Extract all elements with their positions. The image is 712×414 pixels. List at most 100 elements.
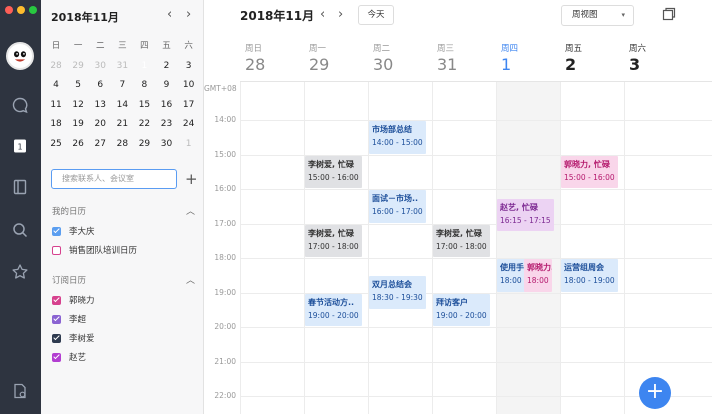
mini-day[interactable]: 10 (178, 76, 200, 96)
calendar-icon[interactable]: 1 (9, 135, 31, 157)
calendar-event[interactable]: 李树爱, 忙碌 17:00 - 18:00 (433, 224, 490, 257)
mini-day[interactable]: 15 (133, 96, 155, 116)
calendar-event[interactable]: 郭晓力.. 18:00 (524, 259, 552, 292)
mini-day-today[interactable]: 1 (133, 57, 155, 77)
day-header[interactable]: 周二 30 (368, 42, 432, 74)
mini-day[interactable]: 27 (89, 135, 111, 155)
calendar-item[interactable]: 李大庆 (52, 225, 95, 237)
view-select[interactable]: 周视图 ▾ (561, 5, 634, 26)
mini-day[interactable]: 16 (155, 96, 177, 116)
mini-day[interactable]: 23 (155, 115, 177, 135)
mini-next-month-button[interactable]: › (186, 7, 191, 22)
calendar-event[interactable]: 运营组周会 18:00 - 19:00 (561, 259, 618, 292)
mini-day-number: 11 (50, 99, 62, 110)
calendar-event[interactable]: 面试－市场.. 16:00 - 17:00 (369, 190, 426, 223)
calendar-event[interactable]: 使用手册.. 18:00 - 19:00 (497, 259, 527, 292)
mini-day[interactable]: 13 (89, 96, 111, 116)
mini-day-number: 8 (141, 80, 148, 90)
mini-day[interactable]: 19 (67, 115, 89, 135)
mini-day[interactable]: 31 (111, 57, 133, 77)
next-week-button[interactable]: › (338, 7, 343, 22)
mini-day[interactable]: 30 (89, 57, 111, 77)
mini-day[interactable]: 2 (155, 57, 177, 77)
mini-day[interactable]: 26 (67, 135, 89, 155)
mini-day[interactable]: 12 (67, 96, 89, 116)
mini-day[interactable]: 28 (45, 57, 67, 77)
my-calendars-collapse-icon[interactable]: ︿ (186, 204, 195, 217)
event-title: 面试－市场.. (372, 194, 419, 203)
checkbox-checked-icon[interactable] (52, 226, 61, 236)
mini-day[interactable]: 6 (89, 76, 111, 96)
today-button[interactable]: 今天 (358, 5, 394, 25)
calendar-item[interactable]: 李超 (52, 313, 86, 325)
day-header[interactable]: 周四 1 (496, 42, 560, 74)
calendar-event[interactable]: 双月总结会 18:30 - 19:30 (369, 276, 426, 309)
mini-day[interactable]: 8 (133, 76, 155, 96)
checkbox-unchecked-icon[interactable] (52, 245, 61, 255)
mini-day-number: 17 (182, 99, 195, 110)
subscribed-calendars-collapse-icon[interactable]: ︿ (186, 273, 195, 286)
calendar-event[interactable]: 李树爱, 忙碌 15:00 - 16:00 (305, 155, 362, 188)
mini-day[interactable]: 25 (45, 135, 67, 155)
add-event-button[interactable]: + (639, 377, 671, 409)
mini-day[interactable]: 22 (133, 115, 155, 135)
calendar-event[interactable]: 李树爱, 忙碌 17:00 - 18:00 (305, 224, 362, 257)
document-settings-icon[interactable] (9, 380, 31, 402)
mini-day[interactable]: 4 (45, 76, 67, 96)
add-calendar-button[interactable]: + (185, 169, 198, 189)
mini-day[interactable]: 21 (111, 115, 133, 135)
mini-day[interactable]: 30 (155, 135, 177, 155)
mini-day[interactable]: 9 (155, 76, 177, 96)
calendar-event[interactable]: 赵艺, 忙碌 16:15 - 17:15 (497, 198, 554, 232)
calendar-item[interactable]: 李树爱 (52, 332, 95, 344)
mini-day[interactable]: 18 (45, 115, 67, 135)
mini-day-number: 9 (163, 80, 170, 90)
zoom-window-button[interactable] (29, 6, 37, 14)
mini-day[interactable]: 17 (178, 96, 200, 116)
mini-day[interactable]: 7 (111, 76, 133, 96)
mini-day[interactable]: 3 (178, 57, 200, 77)
prev-week-button[interactable]: ‹ (320, 7, 325, 22)
mini-day[interactable]: 14 (111, 96, 133, 116)
day-header[interactable]: 周三 31 (432, 42, 496, 74)
calendar-event[interactable]: 市场部总结 14:00 - 15:00 (369, 121, 426, 154)
event-title: 赵艺, 忙碌 (500, 202, 538, 212)
star-icon[interactable] (9, 261, 31, 283)
calendar-item-label: 李大庆 (69, 227, 95, 237)
search-input[interactable]: 搜索联系人、会议室 (51, 169, 177, 189)
calendar-event[interactable]: 拜访客户 19:00 - 20:00 (433, 293, 490, 326)
time-grid[interactable]: 市场部总结 14:00 - 15:00 李树爱, 忙碌 15:00 - 16:00 郭晓… (240, 81, 712, 414)
book-icon[interactable] (9, 176, 31, 198)
day-header[interactable]: 周一 29 (304, 42, 368, 74)
mini-day[interactable]: 1 (178, 135, 200, 155)
checkbox-checked-icon[interactable] (52, 333, 61, 343)
event-title: 郭晓力.. (527, 263, 552, 272)
mini-day[interactable]: 29 (67, 57, 89, 77)
calendar-event[interactable]: 郭晓力, 忙碌 15:00 - 16:00 (561, 155, 618, 188)
mini-day[interactable]: 11 (45, 96, 67, 116)
chat-icon[interactable] (9, 94, 31, 116)
calendar-item[interactable]: 赵艺 (52, 351, 86, 363)
day-header[interactable]: 周六 3 (624, 42, 688, 74)
popout-window-icon[interactable] (662, 7, 676, 21)
calendar-item[interactable]: 郭晓力 (52, 294, 95, 306)
checkbox-checked-icon[interactable] (52, 295, 61, 305)
search-icon[interactable] (9, 219, 31, 241)
day-header[interactable]: 周日 28 (240, 42, 304, 74)
close-window-button[interactable] (5, 6, 13, 14)
mini-prev-month-button[interactable]: ‹ (167, 7, 172, 22)
day-header-date: 2 (565, 55, 577, 74)
day-header-date: 3 (629, 55, 641, 74)
mini-day[interactable]: 24 (178, 115, 200, 135)
mini-day[interactable]: 29 (133, 135, 155, 155)
mini-day[interactable]: 5 (67, 76, 89, 96)
minimize-window-button[interactable] (17, 6, 25, 14)
day-header[interactable]: 周五 2 (560, 42, 624, 74)
checkbox-checked-icon[interactable] (52, 314, 61, 324)
calendar-item[interactable]: 销售团队培训日历 (52, 244, 137, 256)
checkbox-checked-icon[interactable] (52, 352, 61, 362)
mini-day[interactable]: 20 (89, 115, 111, 135)
calendar-event[interactable]: 春节活动方.. 19:00 - 20:00 (305, 293, 362, 326)
avatar[interactable] (6, 42, 34, 70)
mini-day[interactable]: 28 (111, 135, 133, 155)
